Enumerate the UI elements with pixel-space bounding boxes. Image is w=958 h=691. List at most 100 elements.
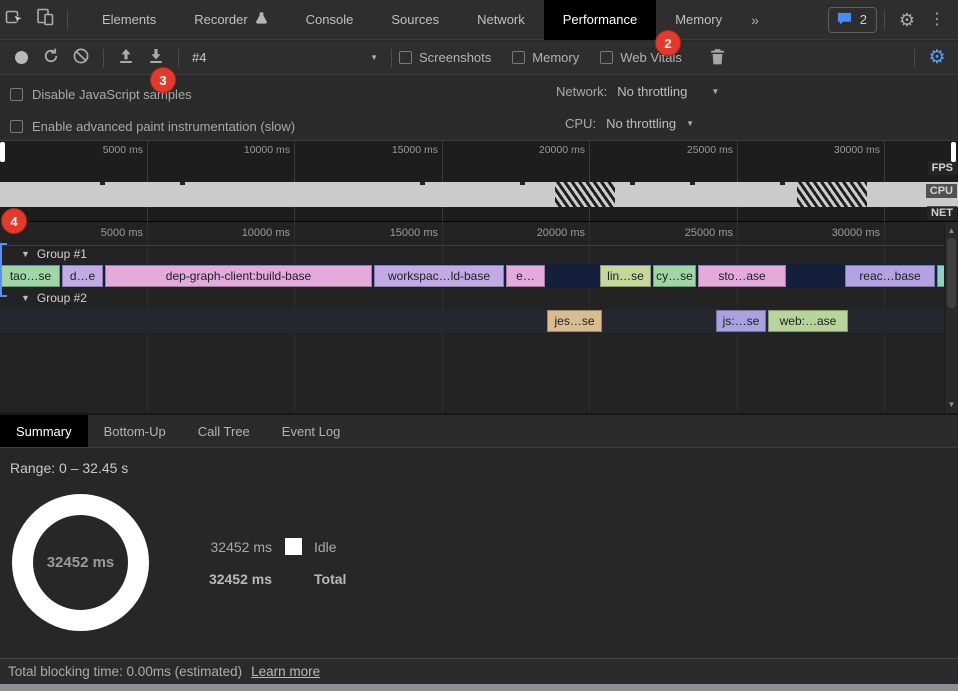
- network-throttling-select[interactable]: Network: No throttling ▼: [556, 84, 719, 99]
- advanced-paint-option[interactable]: Enable advanced paint instrumentation (s…: [10, 119, 295, 134]
- ruler-tick-label: 5000 ms: [55, 144, 143, 156]
- details-tab-event-log[interactable]: Event Log: [266, 415, 357, 447]
- legend-value: 32452 ms: [192, 571, 272, 587]
- inspect-element-button[interactable]: [0, 5, 30, 35]
- reload-and-record-button[interactable]: [36, 43, 66, 73]
- collapse-triangle-icon: ▼: [21, 249, 30, 259]
- more-tabs-button[interactable]: »: [741, 12, 769, 28]
- flame-bar-lin-se[interactable]: lin…se: [600, 265, 651, 287]
- scroll-down-icon[interactable]: ▼: [945, 400, 958, 409]
- group-header-group-2[interactable]: ▼Group #2: [21, 291, 87, 305]
- network-throttling-label: Network:: [556, 84, 607, 99]
- callout-badge-2: 2: [655, 30, 681, 56]
- range-label: Range: 0 – 32.45 s: [10, 460, 128, 476]
- details-tab-call-tree[interactable]: Call Tree: [182, 415, 266, 447]
- load-profile-button[interactable]: [111, 43, 141, 73]
- learn-more-link[interactable]: Learn more: [251, 664, 320, 679]
- timeline-ruler: 5000 ms10000 ms15000 ms20000 ms25000 ms3…: [0, 222, 958, 246]
- checkbox[interactable]: [512, 51, 525, 64]
- recording-history-value: #4: [192, 50, 206, 65]
- garbage-collect-button[interactable]: [703, 43, 733, 73]
- overview-lane-label-cpu: CPU: [926, 184, 957, 198]
- device-toolbar-icon: [35, 7, 55, 32]
- capture-option-label: Memory: [532, 50, 579, 65]
- flame-bar-reac-base[interactable]: reac…base: [845, 265, 935, 287]
- details-tab-summary[interactable]: Summary: [0, 415, 88, 447]
- cpu-throttling-select[interactable]: CPU: No throttling ▼: [565, 116, 694, 131]
- ruler-tick-label: 5000 ms: [55, 227, 143, 239]
- divider: [178, 49, 179, 67]
- tab-label: Recorder: [194, 12, 247, 27]
- cpu-busy-hatch: [797, 182, 867, 207]
- flame-bar-e[interactable]: e…: [506, 265, 545, 287]
- flame-bar-tao-se[interactable]: tao…se: [1, 265, 60, 287]
- capture-option-label: Screenshots: [419, 50, 491, 65]
- kebab-menu-icon: ⋮: [929, 12, 945, 28]
- flame-bar-js-se[interactable]: js:…se: [716, 310, 766, 332]
- flame-bar-web-ase[interactable]: web:…ase: [768, 310, 848, 332]
- checkbox[interactable]: [10, 120, 23, 133]
- checkbox[interactable]: [600, 51, 613, 64]
- record-button[interactable]: [6, 43, 36, 73]
- flame-bar-jes-se[interactable]: jes…se: [547, 310, 602, 332]
- scrollbar-thumb[interactable]: [947, 238, 956, 308]
- reload-icon: [42, 47, 60, 68]
- overview-handle-right[interactable]: [951, 142, 956, 162]
- flame-bar-workspac-ld-base[interactable]: workspac…ld-base: [374, 265, 504, 287]
- flame-bar-dep-graph-client-build-base[interactable]: dep-graph-client:build-base: [105, 265, 372, 287]
- flame-bar-sto-ase[interactable]: sto…ase: [698, 265, 786, 287]
- chevron-down-icon: ▼: [711, 87, 719, 96]
- timeline-scrollbar[interactable]: ▲ ▼: [944, 222, 958, 413]
- clear-recording-button[interactable]: [66, 43, 96, 73]
- overview-lane-label-fps: FPS: [928, 161, 957, 175]
- scroll-up-icon[interactable]: ▲: [945, 226, 958, 235]
- overview-handle-left[interactable]: [0, 142, 5, 162]
- device-toolbar-button[interactable]: [30, 5, 60, 35]
- legend-row-total: 32452 ms Total: [192, 569, 346, 588]
- chevron-down-icon: ▼: [686, 119, 694, 128]
- tab-console[interactable]: Console: [287, 0, 373, 40]
- devtools-window: Elements Recorder ConsoleSources Network Per…: [0, 0, 958, 691]
- upload-icon: [117, 47, 135, 68]
- timeline-overview[interactable]: 5000 ms10000 ms15000 ms20000 ms25000 ms3…: [0, 141, 958, 222]
- ruler-tick-label: 15000 ms: [350, 144, 438, 156]
- block-icon: [72, 47, 90, 68]
- ruler-tick-label: 25000 ms: [645, 144, 733, 156]
- capture-option-screenshots[interactable]: Screenshots: [399, 50, 491, 65]
- performance-toolbar: #4 ▼ ScreenshotsMemoryWeb Vitals ⚙: [0, 41, 958, 75]
- issues-counter[interactable]: 2: [828, 7, 877, 33]
- capture-option-memory[interactable]: Memory: [512, 50, 579, 65]
- tab-elements[interactable]: Elements: [83, 0, 175, 40]
- legend-value: 32452 ms: [192, 539, 272, 555]
- cpu-throttling-value: No throttling: [606, 116, 676, 131]
- details-tab-bottom-up[interactable]: Bottom-Up: [88, 415, 182, 447]
- cpu-busy-hatch: [555, 182, 615, 207]
- group-header-group-1[interactable]: ▼Group #1: [21, 247, 87, 261]
- flame-bar-cy-se[interactable]: cy…se: [653, 265, 696, 287]
- tab-performance[interactable]: Performance: [544, 0, 656, 40]
- tab-label: Network: [477, 12, 525, 27]
- checkbox[interactable]: [399, 51, 412, 64]
- tab-label: Performance: [563, 12, 637, 27]
- tab-recorder[interactable]: Recorder: [175, 0, 286, 40]
- total-blocking-time-text: Total blocking time: 0.00ms (estimated): [8, 664, 242, 679]
- capture-settings-button[interactable]: ⚙: [922, 43, 952, 73]
- legend-label: Total: [314, 571, 346, 587]
- tab-network[interactable]: Network: [458, 0, 544, 40]
- flame-chart[interactable]: 5000 ms10000 ms15000 ms20000 ms25000 ms3…: [0, 222, 958, 413]
- cpu-activity-notch: [630, 182, 635, 185]
- group2-track: jes…se js:…seweb:…ase: [0, 309, 944, 333]
- cpu-activity-notch: [780, 182, 785, 185]
- tab-sources[interactable]: Sources: [372, 0, 458, 40]
- checkbox[interactable]: [10, 88, 23, 101]
- donut-center-value: 32452 ms: [47, 554, 115, 571]
- flame-bar-d-e[interactable]: d…e: [62, 265, 103, 287]
- recording-history-select[interactable]: #4 ▼: [186, 48, 384, 67]
- group1-track: tao…sed…edep-graph-client:build-basework…: [0, 264, 944, 288]
- divider: [67, 11, 68, 29]
- capture-settings-pane: Disable JavaScript samples Enable advanc…: [0, 76, 958, 141]
- download-icon: [147, 47, 165, 68]
- devtools-menu-button[interactable]: ⋮: [922, 5, 952, 35]
- settings-button[interactable]: ⚙: [892, 5, 922, 35]
- inspect-icon: [5, 7, 25, 32]
